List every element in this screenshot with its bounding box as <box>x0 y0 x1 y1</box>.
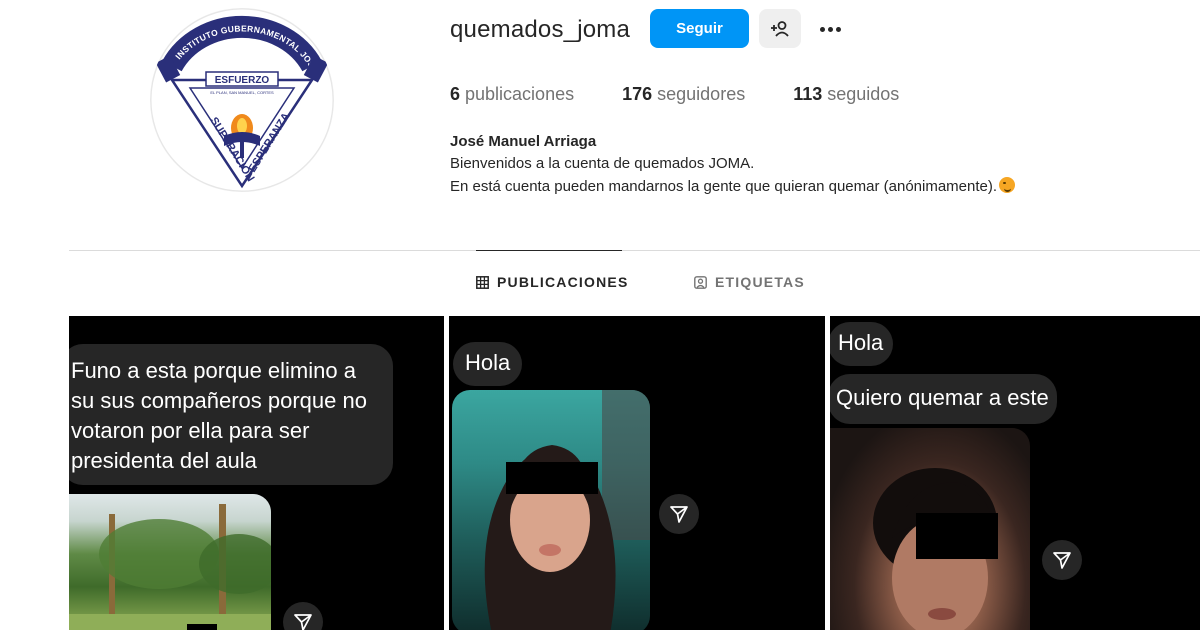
more-dot-icon <box>835 26 841 32</box>
trees-photo <box>69 504 271 630</box>
post-thumbnail[interactable]: Hola <box>449 316 825 630</box>
tab-publicaciones[interactable]: PUBLICACIONES <box>476 274 629 290</box>
bio-line-2-text: En está cuenta pueden mandarnos la gente… <box>450 178 998 195</box>
posts-stat: 6 publicaciones <box>450 84 574 105</box>
add-person-icon <box>771 20 789 37</box>
school-logo: INSTITUTO GUBERNAMENTAL JOSE MANUEL ARRI… <box>150 8 334 192</box>
posts-label: publicaciones <box>465 84 575 104</box>
post-photo <box>452 390 650 630</box>
censor-bar <box>916 513 998 559</box>
following-stat[interactable]: 113 seguidos <box>793 84 899 105</box>
followers-count: 176 <box>622 84 653 104</box>
bio-line-2: En está cuenta pueden mandarnos la gente… <box>450 177 1016 195</box>
message-bubble: Quiero quemar a este <box>830 374 1057 424</box>
tab-etiquetas-label: ETIQUETAS <box>715 274 805 290</box>
post-thumbnail[interactable]: Funo a esta porque elimino a su sus comp… <box>69 316 444 630</box>
tagged-icon <box>694 275 707 289</box>
logo-location-text: EL PLAN, SAN MANUEL, CORTES <box>210 90 274 95</box>
portrait-photo <box>484 390 650 630</box>
profile-username: quemados_joma <box>450 16 631 43</box>
tab-publicaciones-label: PUBLICACIONES <box>497 274 629 290</box>
message-bubble: Funo a esta porque elimino a su sus comp… <box>69 344 393 485</box>
logo-banner-text: ESFUERZO <box>215 75 270 86</box>
following-count: 113 <box>793 84 823 104</box>
active-tab-indicator <box>476 250 622 251</box>
wink-emoji-icon <box>999 177 1016 193</box>
follow-button[interactable]: Seguir <box>650 9 749 48</box>
share-icon <box>1053 552 1071 569</box>
bio-line-1: Bienvenidos a la cuenta de quemados JOMA… <box>450 155 755 172</box>
profile-full-name: José Manuel Arriaga <box>450 133 597 150</box>
followers-stat[interactable]: 176 seguidores <box>622 84 745 105</box>
share-button[interactable] <box>659 494 699 534</box>
more-dot-icon <box>819 26 825 32</box>
more-options-button[interactable] <box>815 14 845 44</box>
tab-etiquetas[interactable]: ETIQUETAS <box>694 274 805 290</box>
share-button[interactable] <box>1042 540 1082 580</box>
suggested-accounts-button[interactable] <box>759 9 801 48</box>
tabs-divider <box>69 250 1200 251</box>
share-icon <box>294 614 312 630</box>
posts-count: 6 <box>450 84 461 104</box>
post-thumbnail[interactable]: Hola Quiero quemar a este <box>830 316 1200 630</box>
profile-avatar[interactable]: INSTITUTO GUBERNAMENTAL JOSE MANUEL ARRI… <box>150 8 334 192</box>
post-photo <box>69 494 271 630</box>
followers-label: seguidores <box>657 84 746 104</box>
censor-bar <box>506 462 598 494</box>
following-label: seguidos <box>827 84 900 104</box>
message-bubble: Hola <box>453 342 523 386</box>
more-dot-icon <box>827 26 833 32</box>
message-bubble: Hola <box>830 322 894 366</box>
share-button[interactable] <box>283 602 323 630</box>
share-icon <box>670 506 688 523</box>
grid-icon <box>476 275 489 289</box>
profile-stats: 6 publicaciones 176 seguidores 113 seguidos <box>450 84 947 105</box>
